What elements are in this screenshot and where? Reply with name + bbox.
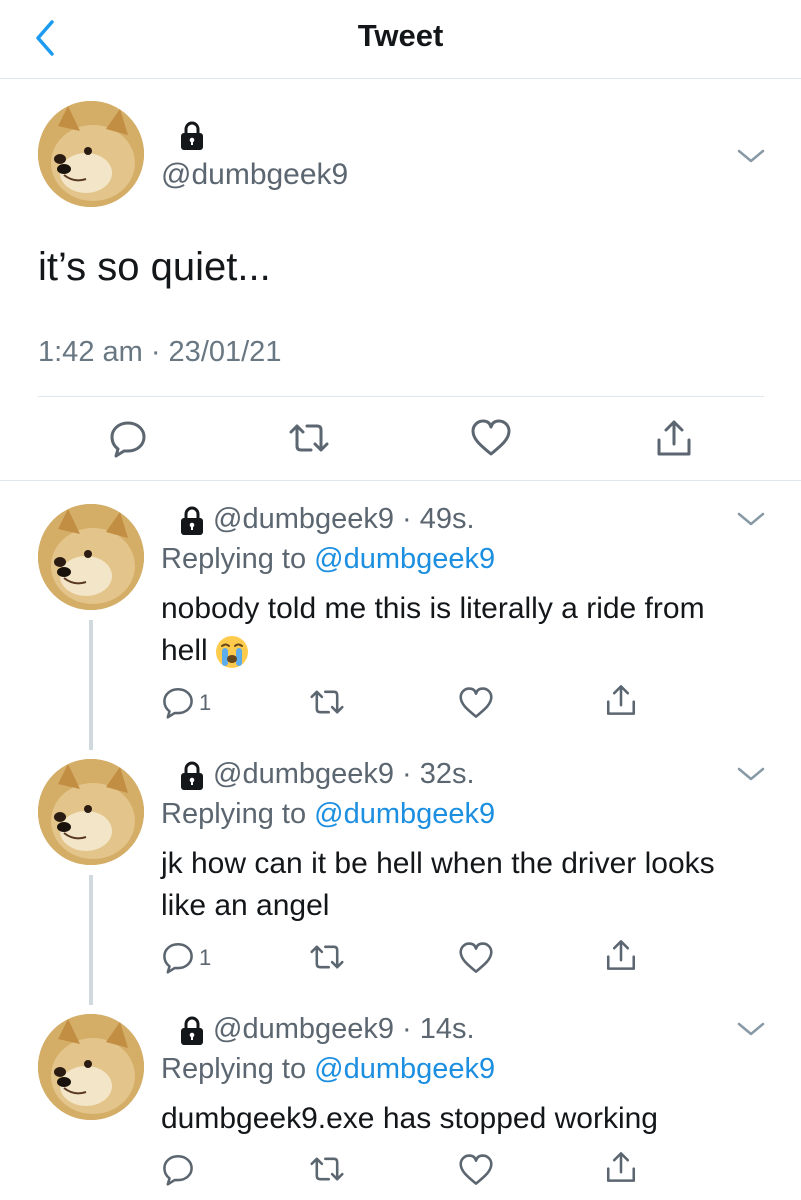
like-button[interactable] <box>458 1153 494 1192</box>
like-button[interactable] <box>458 686 494 725</box>
share-icon <box>606 685 636 715</box>
tweet-text-line: nobody told me this is literally a ride … <box>161 592 705 625</box>
reply-header: @dumbgeek9 · 32s. <box>213 758 475 791</box>
avatar[interactable] <box>38 101 144 207</box>
reply-icon <box>110 421 146 458</box>
thread-line <box>89 875 93 1005</box>
page-title: Tweet <box>357 18 444 53</box>
separator: · <box>394 758 420 790</box>
tweet-text: jk how can it be hell when the driver lo… <box>161 843 761 927</box>
lock-icon <box>177 761 207 796</box>
tweet-age: 14s. <box>419 1013 475 1045</box>
reply-count: 1 <box>199 690 212 715</box>
lock-icon <box>177 1016 207 1051</box>
tweet-text: nobody told me this is literally a ride … <box>161 588 761 672</box>
username[interactable]: @dumbgeek9 <box>213 503 394 535</box>
share-button[interactable] <box>604 938 638 977</box>
tweet-text: it’s so quiet... <box>38 245 271 289</box>
tweet-text-word: hell <box>161 634 208 667</box>
more-options-button[interactable] <box>735 1018 767 1045</box>
reply-button[interactable] <box>161 685 195 724</box>
lock-icon <box>177 121 207 156</box>
replying-to: Replying to @dumbgeek9 <box>161 798 495 831</box>
share-button[interactable] <box>604 683 638 722</box>
separator: · <box>394 503 420 535</box>
thread-line <box>89 620 93 750</box>
chevron-down-icon <box>737 767 765 781</box>
heart-icon <box>459 687 493 718</box>
reply-icon <box>163 687 193 719</box>
reply-icon <box>163 1154 193 1186</box>
doge-avatar-image <box>38 504 144 610</box>
replying-to-label: Replying to <box>161 798 315 830</box>
chevron-down-icon <box>737 1022 765 1036</box>
share-button[interactable] <box>604 1150 638 1189</box>
separator: · <box>394 1013 420 1045</box>
share-button[interactable] <box>654 418 694 458</box>
doge-avatar-image <box>38 759 144 865</box>
like-button[interactable] <box>470 418 511 458</box>
retweet-icon <box>310 690 344 714</box>
mention-link[interactable]: @dumbgeek9 <box>314 1053 495 1085</box>
tweet-age: 32s. <box>419 758 475 790</box>
chevron-down-icon <box>737 512 765 526</box>
username[interactable]: @dumbgeek9 <box>213 1013 394 1045</box>
retweet-button[interactable] <box>306 1152 348 1191</box>
retweet-icon <box>310 945 344 969</box>
reply-count: 1 <box>199 945 212 970</box>
avatar[interactable] <box>38 759 144 865</box>
more-options-button[interactable] <box>735 145 767 172</box>
avatar[interactable] <box>38 504 144 610</box>
reply-header: @dumbgeek9 · 14s. <box>213 1013 475 1046</box>
divider <box>38 396 764 397</box>
doge-avatar-image <box>38 1014 144 1120</box>
heart-icon <box>459 1154 493 1185</box>
share-icon <box>657 420 691 456</box>
username[interactable]: @dumbgeek9 <box>213 758 394 790</box>
username[interactable]: @dumbgeek9 <box>161 158 348 192</box>
doge-avatar-image <box>38 101 144 207</box>
heart-icon <box>459 942 493 973</box>
mention-link[interactable]: @dumbgeek9 <box>314 543 495 575</box>
avatar[interactable] <box>38 1014 144 1120</box>
retweet-icon <box>310 1157 344 1181</box>
chevron-down-icon <box>737 149 765 163</box>
reply-icon <box>163 942 193 974</box>
tweet-text-line: hell <box>161 630 761 672</box>
reply-button[interactable] <box>108 418 148 458</box>
like-button[interactable] <box>458 941 494 980</box>
tweet-age: 49s. <box>419 503 475 535</box>
lock-icon <box>177 506 207 541</box>
tweet-text-line: dumbgeek9.exe has stopped working <box>161 1102 658 1135</box>
reply-button[interactable] <box>161 1152 195 1191</box>
retweet-button[interactable] <box>306 685 348 724</box>
reply-header: @dumbgeek9 · 49s. <box>213 503 475 536</box>
more-options-button[interactable] <box>735 763 767 790</box>
divider <box>0 480 801 481</box>
replying-to: Replying to @dumbgeek9 <box>161 543 495 576</box>
share-icon <box>606 1152 636 1182</box>
retweet-button[interactable] <box>306 940 348 979</box>
mention-link[interactable]: @dumbgeek9 <box>314 798 495 830</box>
more-options-button[interactable] <box>735 508 767 535</box>
tweet-text-line: like an angel <box>161 889 330 922</box>
replying-to-label: Replying to <box>161 543 315 575</box>
retweet-button[interactable] <box>285 418 329 458</box>
replying-to: Replying to @dumbgeek9 <box>161 1053 495 1086</box>
share-icon <box>606 940 636 970</box>
crying-face-emoji <box>215 636 248 669</box>
heart-icon <box>471 419 511 456</box>
tweet-text-line: jk how can it be hell when the driver lo… <box>161 847 715 880</box>
top-bar: Tweet <box>0 0 801 79</box>
tweet-timestamp: 1:42 am · 23/01/21 <box>38 336 282 368</box>
retweet-icon <box>289 424 329 452</box>
replying-to-label: Replying to <box>161 1053 315 1085</box>
tweet-text: dumbgeek9.exe has stopped working <box>161 1098 761 1140</box>
reply-button[interactable] <box>161 940 195 979</box>
